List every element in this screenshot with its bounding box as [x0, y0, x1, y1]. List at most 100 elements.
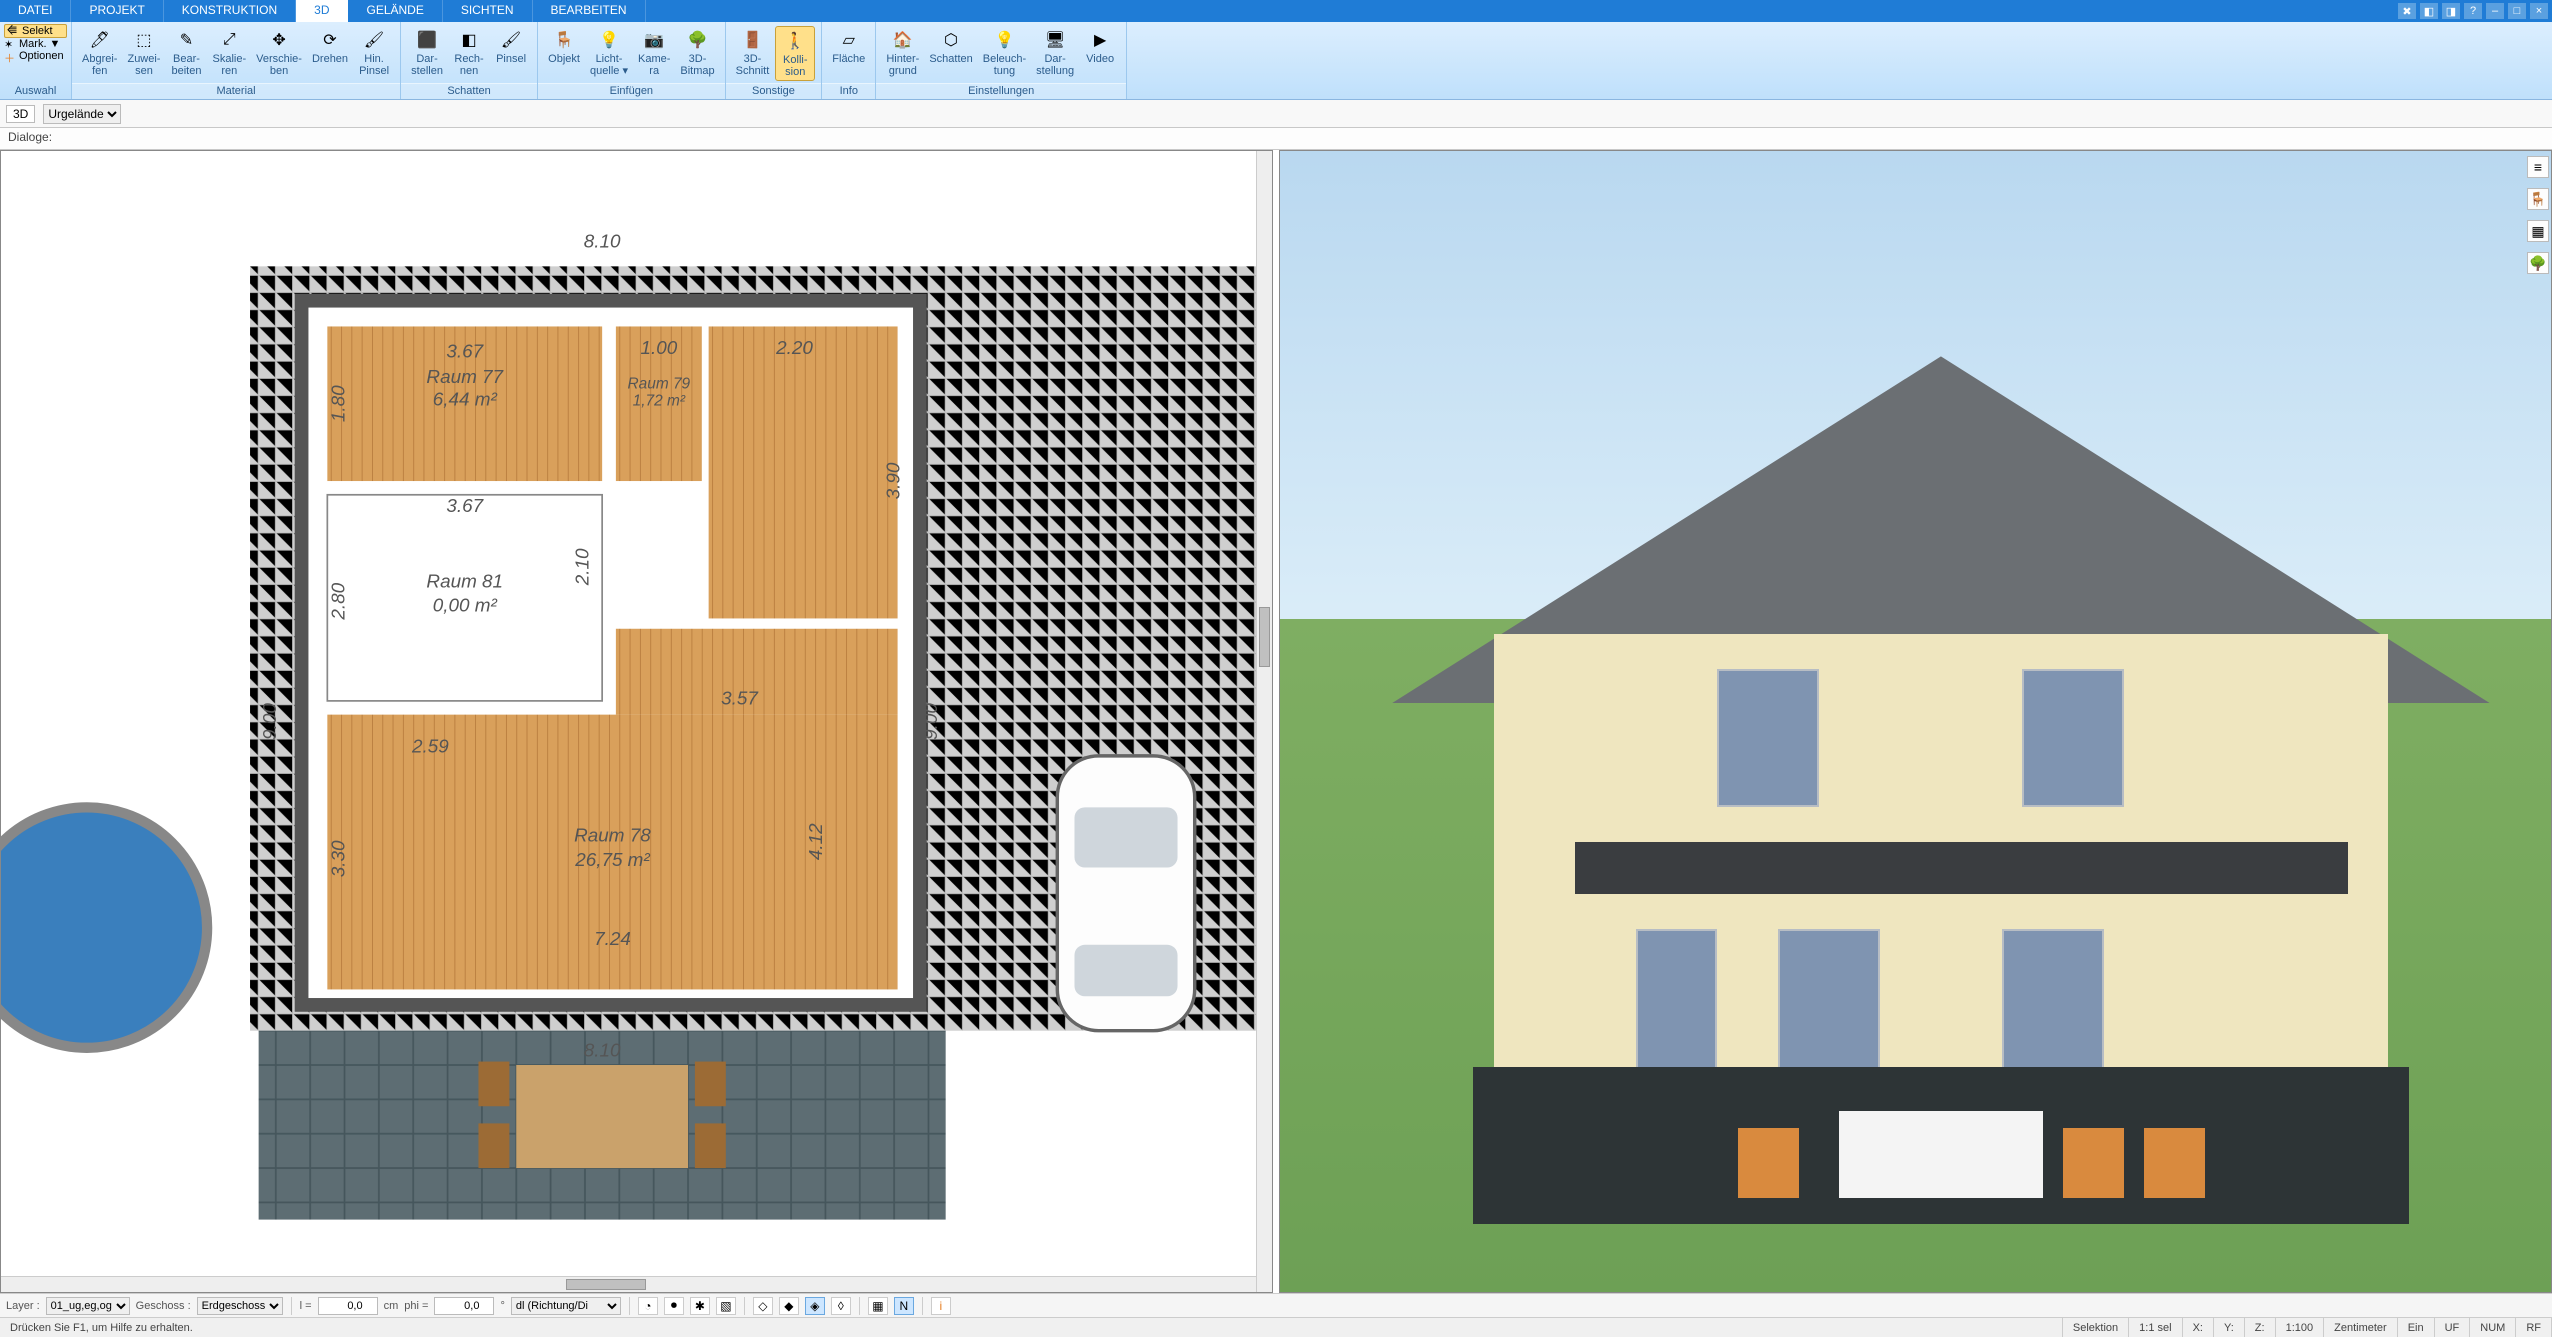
grid-icon[interactable]: ▦ — [868, 1297, 888, 1315]
group-label: Sonstige — [726, 83, 822, 99]
status-help: Drücken Sie F1, um Hilfe zu erhalten. — [0, 1318, 2063, 1337]
svg-text:Raum 78: Raum 78 — [574, 826, 651, 847]
lichtquelle-label: Licht- quelle ▾ — [590, 54, 628, 77]
car-icon — [1057, 756, 1194, 1031]
darstellung-label: Dar- stellung — [1036, 54, 1074, 77]
kamera-button[interactable]: 📷Kame- ra — [634, 26, 674, 79]
svg-text:0,00 m²: 0,00 m² — [433, 596, 498, 617]
svg-text:Raum 79: Raum 79 — [628, 375, 691, 392]
svg-text:8.10: 8.10 — [584, 1040, 621, 1061]
hinpinsel-button[interactable]: 🖌Hin. Pinsel — [354, 26, 394, 79]
darstellen-button[interactable]: ⬛Dar- stellen — [407, 26, 447, 79]
layer-select[interactable]: 01_ug,eg,og — [46, 1297, 130, 1315]
status-y: Y: — [2214, 1318, 2245, 1337]
pinsel-label: Pinsel — [496, 54, 526, 66]
video-icon: ▶ — [1086, 28, 1114, 52]
optionen-button[interactable]: ＋Optionen — [4, 50, 67, 62]
svg-text:Raum 77: Raum 77 — [426, 367, 504, 388]
3dbitmap-icon: 🌳 — [684, 28, 712, 52]
rechnen-button[interactable]: ◧Rech- nen — [449, 26, 489, 79]
snap2-icon[interactable]: ◆ — [779, 1297, 799, 1315]
tab-bearbeiten[interactable]: BEARBEITEN — [533, 0, 646, 22]
bearbeiten-button[interactable]: ✎Bear- beiten — [166, 26, 206, 79]
share-icon[interactable]: ✱ — [690, 1297, 710, 1315]
view-3d[interactable] — [1279, 150, 2552, 1293]
skalieren-button[interactable]: ⤢Skalie- ren — [208, 26, 250, 79]
tab-datei[interactable]: DATEI — [0, 0, 71, 22]
pinsel-button[interactable]: 🖌Pinsel — [491, 26, 531, 68]
tool-icon-2[interactable]: ◧ — [2420, 3, 2438, 19]
3dschnitt-button[interactable]: 🚪3D- Schnitt — [732, 26, 774, 79]
status-unit: Zentimeter — [2324, 1318, 2398, 1337]
verschieben-icon: ✥ — [265, 28, 293, 52]
terrain-select[interactable]: Urgelände — [43, 104, 121, 124]
dialoge-bar: Dialoge: — [0, 128, 2552, 150]
phi-input[interactable] — [434, 1297, 494, 1315]
ribbon-group-einstellungen: 🏠Hinter- grund⬡Schatten💡Beleuch- tung🖥Da… — [876, 22, 1127, 99]
mode-select[interactable]: dl (Richtung/Di — [511, 1297, 621, 1315]
snap4-icon[interactable]: ◊ — [831, 1297, 851, 1315]
svg-text:2.59: 2.59 — [411, 736, 449, 757]
close-icon[interactable]: × — [2530, 3, 2548, 19]
materials-icon[interactable]: ▦ — [2527, 220, 2549, 242]
geschoss-select[interactable]: Erdgeschoss — [197, 1297, 283, 1315]
snap3-icon[interactable]: ◈ — [805, 1297, 825, 1315]
l-label: l = — [300, 1300, 312, 1312]
beleuchtung-button[interactable]: 💡Beleuch- tung — [979, 26, 1030, 79]
geschoss-label: Geschoss : — [136, 1300, 191, 1312]
kollision-icon: 🚶 — [781, 29, 809, 53]
tab-gelaende[interactable]: GELÄNDE — [348, 0, 442, 22]
info-icon[interactable]: i — [931, 1297, 951, 1315]
scrollbar-vertical[interactable] — [1256, 151, 1272, 1292]
tab-sichten[interactable]: SICHTEN — [443, 0, 533, 22]
svg-text:2.10: 2.10 — [572, 548, 593, 586]
minimize-icon[interactable]: – — [2486, 3, 2504, 19]
verschieben-button[interactable]: ✥Verschie- ben — [252, 26, 306, 79]
3dschnitt-label: 3D- Schnitt — [736, 54, 770, 77]
clock-icon[interactable]: ◔ — [638, 1297, 658, 1315]
video-button[interactable]: ▶Video — [1080, 26, 1120, 68]
workspace: 8.10 9.00 9.00 8.10 3.67 Raum 77 6,44 m²… — [0, 150, 2552, 1293]
hintergrund-icon: 🏠 — [889, 28, 917, 52]
lichtquelle-button[interactable]: 💡Licht- quelle ▾ — [586, 26, 632, 79]
tool-icon-1[interactable]: ✖ — [2398, 3, 2416, 19]
layer-label: Layer : — [6, 1300, 40, 1312]
tab-konstruktion[interactable]: KONSTRUKTION — [164, 0, 296, 22]
svg-text:6,44 m²: 6,44 m² — [433, 389, 498, 410]
objekt-button[interactable]: 🪑Objekt — [544, 26, 584, 68]
ribbon: ⭅Selekt ✶Mark. ▼ ＋Optionen Auswahl 🖊Abgr… — [0, 22, 2552, 100]
help-icon[interactable]: ? — [2464, 3, 2482, 19]
flaeche-button[interactable]: ▱Fläche — [828, 26, 869, 68]
darstellung-button[interactable]: 🖥Dar- stellung — [1032, 26, 1078, 79]
tab-projekt[interactable]: PROJEKT — [71, 0, 163, 22]
zuweisen-button[interactable]: ⬚Zuwei- sen — [123, 26, 164, 79]
group-label: Material — [72, 83, 400, 99]
ribbon-group-info: ▱FlächeInfo — [822, 22, 876, 99]
furniture-icon[interactable]: 🪑 — [2527, 188, 2549, 210]
view-2d-floorplan[interactable]: 8.10 9.00 9.00 8.10 3.67 Raum 77 6,44 m²… — [0, 150, 1273, 1293]
3dbitmap-button[interactable]: 🌳3D- Bitmap — [676, 26, 718, 79]
layers-icon[interactable]: ≡ — [2527, 156, 2549, 178]
tab-3d[interactable]: 3D — [296, 0, 348, 22]
selekt-button[interactable]: ⭅Selekt — [4, 24, 67, 38]
status-sel: 1:1 sel — [2129, 1318, 2182, 1337]
maximize-icon[interactable]: □ — [2508, 3, 2526, 19]
kollision-button[interactable]: 🚶Kolli- sion — [775, 26, 815, 81]
record-icon[interactable]: ⏺ — [664, 1297, 684, 1315]
schatten-label: Schatten — [929, 54, 972, 66]
drehen-button[interactable]: ⟳Drehen — [308, 26, 352, 68]
ribbon-group-einfügen: 🪑Objekt💡Licht- quelle ▾📷Kame- ra🌳3D- Bit… — [538, 22, 726, 99]
snap1-icon[interactable]: ◇ — [753, 1297, 773, 1315]
hintergrund-button[interactable]: 🏠Hinter- grund — [882, 26, 923, 79]
plants-icon[interactable]: 🌳 — [2527, 252, 2549, 274]
stack-icon[interactable]: ▧ — [716, 1297, 736, 1315]
mark-button[interactable]: ✶Mark. ▼ — [4, 38, 67, 50]
abgreifen-button[interactable]: 🖊Abgrei- fen — [78, 26, 121, 79]
l-input[interactable] — [318, 1297, 378, 1315]
tool-icon-3[interactable]: ◨ — [2442, 3, 2460, 19]
north-icon[interactable]: N — [894, 1297, 914, 1315]
svg-text:1.80: 1.80 — [329, 385, 350, 422]
scrollbar-horizontal[interactable] — [1, 1276, 1256, 1292]
schatten-button[interactable]: ⬡Schatten — [925, 26, 976, 68]
verschieben-label: Verschie- ben — [256, 54, 302, 77]
